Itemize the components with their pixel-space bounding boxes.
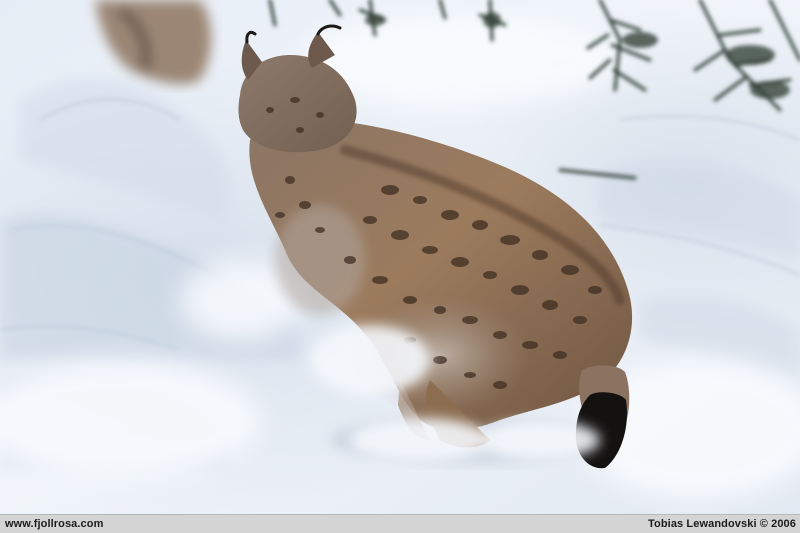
- website-caption: www.fjollrosa.com: [5, 518, 104, 530]
- lynx-photo: [0, 0, 800, 514]
- photographer-credit: Tobias Lewandovski © 2006: [648, 518, 796, 530]
- photo-frame: www.fjollrosa.com Tobias Lewandovski © 2…: [0, 0, 800, 533]
- caption-bar: www.fjollrosa.com Tobias Lewandovski © 2…: [0, 514, 800, 533]
